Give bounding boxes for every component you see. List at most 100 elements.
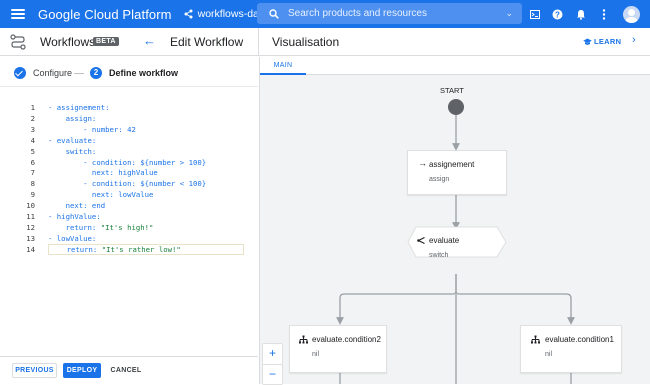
code-text: - lowValue: (48, 233, 97, 243)
code-text: - number: 42 (48, 124, 136, 134)
code-text: - condition: ${number > 100} (48, 157, 207, 167)
step-number: 2 (90, 67, 102, 79)
chevron-right-icon[interactable]: › (632, 34, 636, 46)
line-number: 12 (26, 222, 35, 232)
product-title: Workflows (40, 35, 96, 49)
node-evaluate-condition2[interactable]: evaluate.condition2 nil (289, 325, 387, 373)
search-bar[interactable]: Search products and resources ⌄ (257, 3, 522, 24)
line-number: 5 (30, 146, 35, 156)
school-icon (583, 38, 592, 45)
code-line[interactable]: 7 next: highValue (0, 167, 258, 178)
node-title: evaluate (429, 236, 460, 245)
help-icon[interactable]: ? (546, 0, 569, 28)
deploy-button[interactable]: DEPLOY (63, 363, 101, 378)
code-line[interactable]: 5 switch: (0, 146, 258, 157)
node-title: evaluate.condition2 (312, 335, 381, 344)
line-number: 10 (26, 201, 35, 211)
account-icon[interactable] (623, 5, 640, 23)
node-evaluate-condition1[interactable]: evaluate.condition1 nil (520, 325, 622, 373)
line-number: 6 (30, 157, 35, 167)
line-number: 7 (30, 168, 35, 178)
edge-evaluate-condition2 (336, 274, 457, 325)
line-number: 13 (26, 233, 35, 243)
start-node (448, 99, 464, 115)
node-assignement[interactable]: → assignement assign (407, 150, 507, 195)
code-line[interactable]: 2 assign: (0, 113, 258, 124)
code-text: return: "It's rather low!" (48, 243, 244, 255)
brand-title[interactable]: Google Cloud Platform (38, 7, 172, 22)
svg-text:?: ? (555, 10, 560, 19)
line-number: 3 (30, 124, 35, 134)
zoom-out-button[interactable]: − (263, 364, 282, 384)
step-configure[interactable]: Configure (33, 68, 72, 78)
code-text: return: "It's high!" (48, 222, 154, 232)
code-text: - highValue: (48, 212, 101, 221)
start-label: START (440, 86, 464, 95)
node-subtitle: nil (312, 351, 320, 358)
line-number: 9 (30, 190, 35, 200)
more-vert-icon[interactable] (592, 0, 615, 28)
node-subtitle: switch (429, 252, 449, 259)
code-line[interactable]: 4 - evaluate: (0, 135, 258, 146)
condition-icon (299, 335, 308, 344)
chevron-down-icon[interactable]: ⌄ (505, 8, 513, 19)
step-define-workflow: Define workflow (109, 68, 179, 78)
line-number: 2 (30, 113, 35, 123)
code-text: next: highValue (48, 168, 158, 178)
stepper: Configure 2 Define workflow (0, 57, 258, 87)
code-line[interactable]: 11 - highValue: (0, 211, 258, 222)
workflow-graph[interactable]: START → assignement assign evaluate swit… (260, 76, 650, 385)
beta-badge: BETA (93, 37, 119, 46)
code-text: - assignement: (48, 103, 110, 112)
notifications-icon[interactable] (569, 0, 592, 28)
code-line[interactable]: 3 - number: 42 (0, 124, 258, 135)
check-circle-icon (14, 67, 26, 79)
code-line[interactable]: 12 return: "It's high!" (0, 222, 258, 233)
search-input[interactable]: Search products and resources (288, 8, 505, 19)
code-line[interactable]: 9 next: lowValue (0, 189, 258, 200)
learn-button[interactable]: LEARN (583, 37, 621, 46)
definition-panel: Configure 2 Define workflow 1 - assigneme… (0, 57, 258, 384)
cancel-button[interactable]: CANCEL (107, 363, 145, 378)
terminal-icon[interactable] (523, 0, 546, 28)
zoom-in-button[interactable]: + (263, 344, 282, 364)
previous-button[interactable]: PREVIOUS (12, 363, 57, 378)
top-app-bar: Google Cloud Platform workflows-days ▼ S… (0, 0, 650, 28)
node-title: evaluate.condition1 (545, 335, 614, 344)
page-header: Workflows BETA ← Edit Workflow Visualisa… (0, 28, 650, 56)
visualisation-panel: MAIN START → assignement assign evaluate… (259, 57, 650, 385)
line-number: 4 (30, 135, 35, 145)
code-line[interactable]: 13 - lowValue: (0, 233, 258, 244)
tab-main[interactable]: MAIN (260, 57, 306, 75)
node-subtitle: assign (429, 176, 450, 183)
node-subtitle: nil (545, 351, 553, 358)
header-divider (258, 28, 259, 56)
line-number: 14 (26, 244, 35, 254)
zoom-controls: + − (262, 343, 283, 385)
page-title: Edit Workflow (170, 35, 244, 49)
condition-icon (531, 335, 540, 344)
step-connector (74, 73, 84, 74)
menu-icon[interactable] (11, 9, 25, 19)
code-text: next: lowValue (48, 190, 154, 200)
arrow-right-icon: → (418, 158, 427, 168)
switch-icon (417, 237, 425, 244)
code-line[interactable]: 8 - condition: ${number < 100} (0, 178, 258, 189)
edge-evaluate-condition1 (455, 274, 575, 325)
code-line[interactable]: 10 next: end (0, 200, 258, 211)
line-number: 1 (30, 103, 35, 112)
back-arrow-icon[interactable]: ← (143, 33, 156, 48)
code-text: - evaluate: (48, 135, 97, 145)
code-line[interactable]: 6 - condition: ${number > 100} (0, 157, 258, 168)
project-icon (184, 9, 193, 19)
code-text: switch: (48, 146, 97, 156)
code-line[interactable]: 1 - assignement: (0, 102, 258, 113)
action-bar: PREVIOUS DEPLOY CANCEL (0, 356, 258, 384)
code-text: next: end (48, 201, 106, 211)
code-editor[interactable]: 1- assignement: 2 assign: 3 - number: 42 4-… (0, 102, 258, 302)
workflows-icon (10, 34, 26, 50)
node-evaluate[interactable]: evaluate switch (408, 227, 506, 271)
code-text: - condition: ${number < 100} (48, 179, 207, 189)
node-title: assignement (429, 160, 475, 169)
code-line[interactable]: 14 return: "It's rather low!" (0, 243, 258, 255)
